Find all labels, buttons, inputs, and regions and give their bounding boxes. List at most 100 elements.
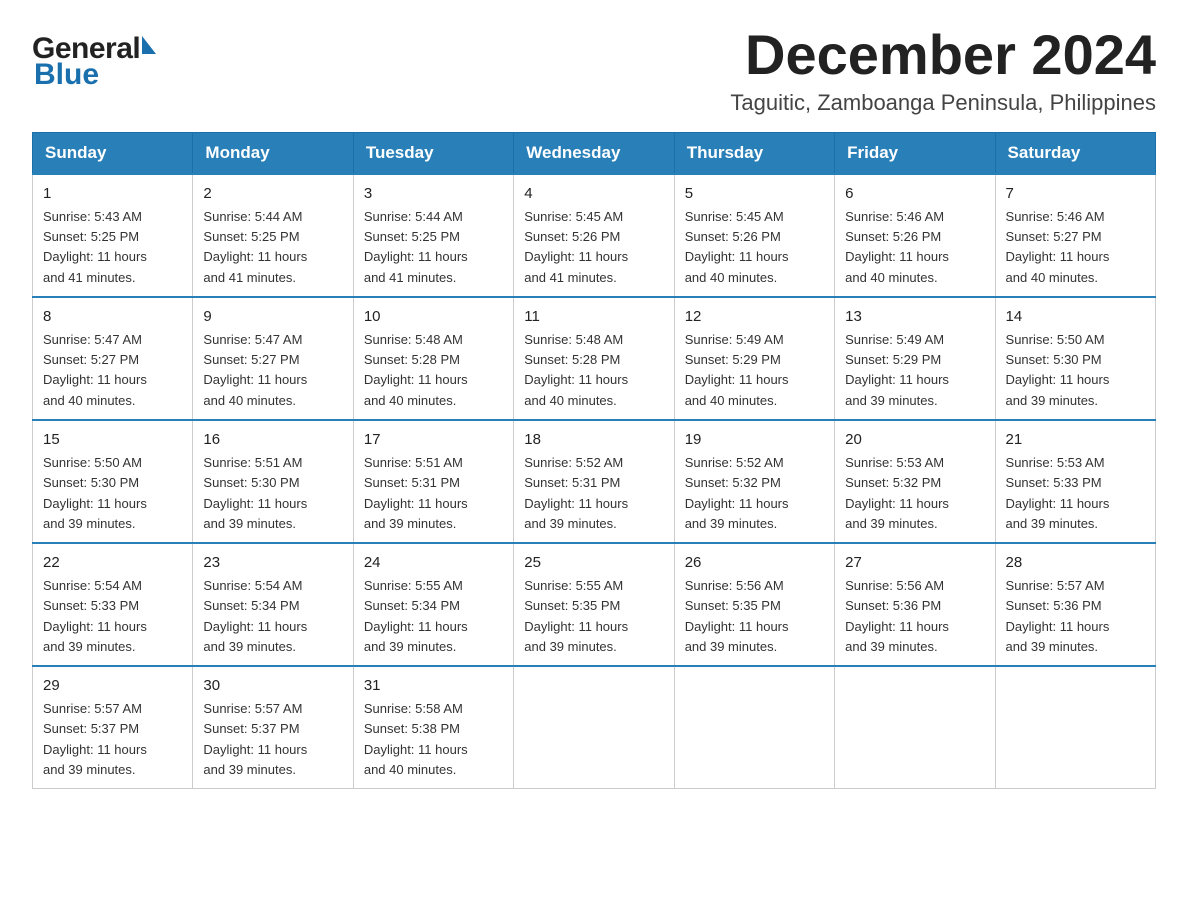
logo-blue-text: Blue xyxy=(32,58,99,92)
day-number: 6 xyxy=(845,183,984,206)
day-info: Sunrise: 5:52 AMSunset: 5:32 PMDaylight:… xyxy=(685,453,824,534)
day-info: Sunrise: 5:45 AMSunset: 5:26 PMDaylight:… xyxy=(685,207,824,288)
day-cell-12: 12Sunrise: 5:49 AMSunset: 5:29 PMDayligh… xyxy=(674,297,834,420)
day-info: Sunrise: 5:58 AMSunset: 5:38 PMDaylight:… xyxy=(364,699,503,780)
day-info: Sunrise: 5:49 AMSunset: 5:29 PMDaylight:… xyxy=(845,330,984,411)
day-number: 11 xyxy=(524,306,663,329)
day-info: Sunrise: 5:55 AMSunset: 5:34 PMDaylight:… xyxy=(364,576,503,657)
day-cell-2: 2Sunrise: 5:44 AMSunset: 5:25 PMDaylight… xyxy=(193,174,353,297)
weekday-header-wednesday: Wednesday xyxy=(514,132,674,174)
day-info: Sunrise: 5:47 AMSunset: 5:27 PMDaylight:… xyxy=(43,330,182,411)
logo: General Blue xyxy=(32,32,156,92)
week-row-4: 22Sunrise: 5:54 AMSunset: 5:33 PMDayligh… xyxy=(33,543,1156,666)
day-cell-8: 8Sunrise: 5:47 AMSunset: 5:27 PMDaylight… xyxy=(33,297,193,420)
day-cell-28: 28Sunrise: 5:57 AMSunset: 5:36 PMDayligh… xyxy=(995,543,1155,666)
day-number: 31 xyxy=(364,675,503,698)
day-cell-20: 20Sunrise: 5:53 AMSunset: 5:32 PMDayligh… xyxy=(835,420,995,543)
day-cell-21: 21Sunrise: 5:53 AMSunset: 5:33 PMDayligh… xyxy=(995,420,1155,543)
empty-cell xyxy=(674,666,834,789)
day-info: Sunrise: 5:56 AMSunset: 5:35 PMDaylight:… xyxy=(685,576,824,657)
day-number: 17 xyxy=(364,429,503,452)
day-number: 19 xyxy=(685,429,824,452)
weekday-header-thursday: Thursday xyxy=(674,132,834,174)
day-number: 27 xyxy=(845,552,984,575)
day-number: 4 xyxy=(524,183,663,206)
day-cell-15: 15Sunrise: 5:50 AMSunset: 5:30 PMDayligh… xyxy=(33,420,193,543)
day-info: Sunrise: 5:44 AMSunset: 5:25 PMDaylight:… xyxy=(203,207,342,288)
day-info: Sunrise: 5:48 AMSunset: 5:28 PMDaylight:… xyxy=(524,330,663,411)
day-info: Sunrise: 5:57 AMSunset: 5:37 PMDaylight:… xyxy=(43,699,182,780)
day-number: 25 xyxy=(524,552,663,575)
day-number: 7 xyxy=(1006,183,1145,206)
day-number: 9 xyxy=(203,306,342,329)
week-row-5: 29Sunrise: 5:57 AMSunset: 5:37 PMDayligh… xyxy=(33,666,1156,789)
weekday-header-monday: Monday xyxy=(193,132,353,174)
location-title: Taguitic, Zamboanga Peninsula, Philippin… xyxy=(730,90,1156,116)
day-cell-30: 30Sunrise: 5:57 AMSunset: 5:37 PMDayligh… xyxy=(193,666,353,789)
day-cell-26: 26Sunrise: 5:56 AMSunset: 5:35 PMDayligh… xyxy=(674,543,834,666)
day-info: Sunrise: 5:48 AMSunset: 5:28 PMDaylight:… xyxy=(364,330,503,411)
weekday-header-tuesday: Tuesday xyxy=(353,132,513,174)
day-cell-6: 6Sunrise: 5:46 AMSunset: 5:26 PMDaylight… xyxy=(835,174,995,297)
day-number: 23 xyxy=(203,552,342,575)
calendar-table: SundayMondayTuesdayWednesdayThursdayFrid… xyxy=(32,132,1156,789)
day-cell-25: 25Sunrise: 5:55 AMSunset: 5:35 PMDayligh… xyxy=(514,543,674,666)
day-cell-22: 22Sunrise: 5:54 AMSunset: 5:33 PMDayligh… xyxy=(33,543,193,666)
day-number: 28 xyxy=(1006,552,1145,575)
title-block: December 2024 Taguitic, Zamboanga Penins… xyxy=(730,24,1156,116)
day-cell-11: 11Sunrise: 5:48 AMSunset: 5:28 PMDayligh… xyxy=(514,297,674,420)
weekday-header-saturday: Saturday xyxy=(995,132,1155,174)
day-info: Sunrise: 5:57 AMSunset: 5:36 PMDaylight:… xyxy=(1006,576,1145,657)
day-number: 13 xyxy=(845,306,984,329)
day-number: 26 xyxy=(685,552,824,575)
day-info: Sunrise: 5:52 AMSunset: 5:31 PMDaylight:… xyxy=(524,453,663,534)
day-number: 18 xyxy=(524,429,663,452)
day-number: 22 xyxy=(43,552,182,575)
month-title: December 2024 xyxy=(730,24,1156,86)
empty-cell xyxy=(835,666,995,789)
day-info: Sunrise: 5:50 AMSunset: 5:30 PMDaylight:… xyxy=(1006,330,1145,411)
day-cell-16: 16Sunrise: 5:51 AMSunset: 5:30 PMDayligh… xyxy=(193,420,353,543)
day-info: Sunrise: 5:51 AMSunset: 5:30 PMDaylight:… xyxy=(203,453,342,534)
week-row-1: 1Sunrise: 5:43 AMSunset: 5:25 PMDaylight… xyxy=(33,174,1156,297)
day-info: Sunrise: 5:56 AMSunset: 5:36 PMDaylight:… xyxy=(845,576,984,657)
day-number: 3 xyxy=(364,183,503,206)
day-cell-7: 7Sunrise: 5:46 AMSunset: 5:27 PMDaylight… xyxy=(995,174,1155,297)
day-cell-5: 5Sunrise: 5:45 AMSunset: 5:26 PMDaylight… xyxy=(674,174,834,297)
day-info: Sunrise: 5:54 AMSunset: 5:33 PMDaylight:… xyxy=(43,576,182,657)
day-cell-1: 1Sunrise: 5:43 AMSunset: 5:25 PMDaylight… xyxy=(33,174,193,297)
day-cell-24: 24Sunrise: 5:55 AMSunset: 5:34 PMDayligh… xyxy=(353,543,513,666)
day-number: 1 xyxy=(43,183,182,206)
empty-cell xyxy=(514,666,674,789)
day-number: 29 xyxy=(43,675,182,698)
day-number: 8 xyxy=(43,306,182,329)
day-info: Sunrise: 5:46 AMSunset: 5:27 PMDaylight:… xyxy=(1006,207,1145,288)
day-info: Sunrise: 5:44 AMSunset: 5:25 PMDaylight:… xyxy=(364,207,503,288)
day-cell-14: 14Sunrise: 5:50 AMSunset: 5:30 PMDayligh… xyxy=(995,297,1155,420)
weekday-header-sunday: Sunday xyxy=(33,132,193,174)
day-cell-27: 27Sunrise: 5:56 AMSunset: 5:36 PMDayligh… xyxy=(835,543,995,666)
week-row-2: 8Sunrise: 5:47 AMSunset: 5:27 PMDaylight… xyxy=(33,297,1156,420)
day-number: 14 xyxy=(1006,306,1145,329)
day-cell-23: 23Sunrise: 5:54 AMSunset: 5:34 PMDayligh… xyxy=(193,543,353,666)
day-info: Sunrise: 5:46 AMSunset: 5:26 PMDaylight:… xyxy=(845,207,984,288)
day-info: Sunrise: 5:53 AMSunset: 5:33 PMDaylight:… xyxy=(1006,453,1145,534)
day-info: Sunrise: 5:45 AMSunset: 5:26 PMDaylight:… xyxy=(524,207,663,288)
weekday-header-friday: Friday xyxy=(835,132,995,174)
day-cell-3: 3Sunrise: 5:44 AMSunset: 5:25 PMDaylight… xyxy=(353,174,513,297)
day-info: Sunrise: 5:47 AMSunset: 5:27 PMDaylight:… xyxy=(203,330,342,411)
day-cell-13: 13Sunrise: 5:49 AMSunset: 5:29 PMDayligh… xyxy=(835,297,995,420)
day-cell-10: 10Sunrise: 5:48 AMSunset: 5:28 PMDayligh… xyxy=(353,297,513,420)
weekday-header-row: SundayMondayTuesdayWednesdayThursdayFrid… xyxy=(33,132,1156,174)
day-cell-18: 18Sunrise: 5:52 AMSunset: 5:31 PMDayligh… xyxy=(514,420,674,543)
day-cell-29: 29Sunrise: 5:57 AMSunset: 5:37 PMDayligh… xyxy=(33,666,193,789)
day-number: 15 xyxy=(43,429,182,452)
week-row-3: 15Sunrise: 5:50 AMSunset: 5:30 PMDayligh… xyxy=(33,420,1156,543)
day-cell-9: 9Sunrise: 5:47 AMSunset: 5:27 PMDaylight… xyxy=(193,297,353,420)
day-number: 5 xyxy=(685,183,824,206)
logo-arrow-icon xyxy=(142,36,156,54)
day-cell-19: 19Sunrise: 5:52 AMSunset: 5:32 PMDayligh… xyxy=(674,420,834,543)
day-number: 24 xyxy=(364,552,503,575)
day-number: 2 xyxy=(203,183,342,206)
day-info: Sunrise: 5:49 AMSunset: 5:29 PMDaylight:… xyxy=(685,330,824,411)
